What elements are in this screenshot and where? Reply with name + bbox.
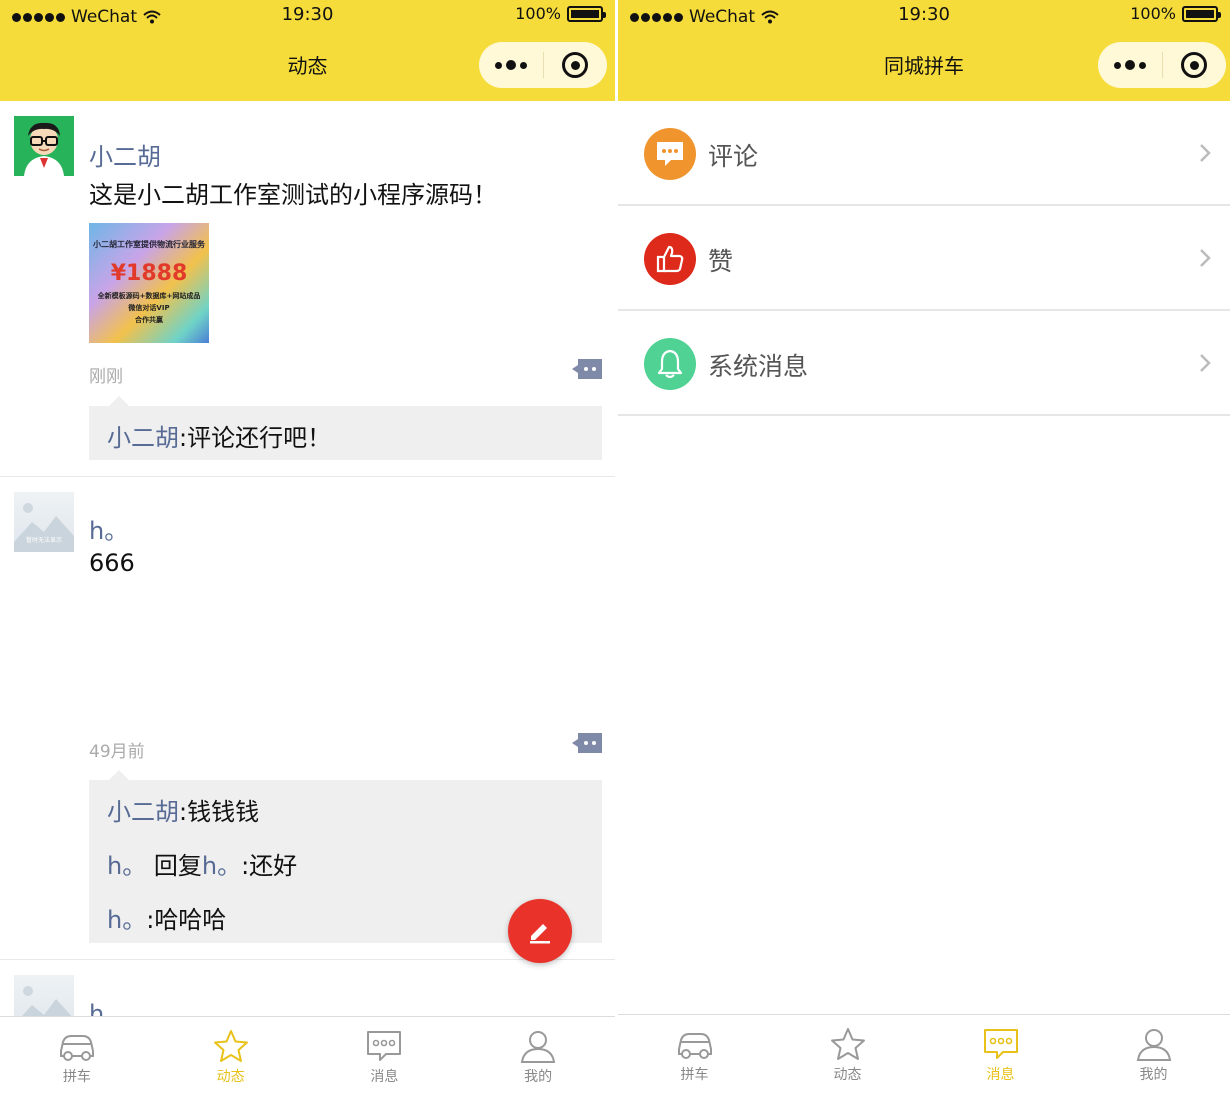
feed-list: 小二胡 这是小二胡工作室测试的小程序源码！ 小二胡工作室提供物流行业服务 ¥18…	[0, 101, 615, 1017]
list-item-comments[interactable]: 评论	[618, 101, 1230, 206]
thumbs-up-icon	[644, 233, 696, 285]
battery-icon	[567, 5, 606, 22]
bell-icon	[644, 338, 696, 390]
feed-post: h。	[0, 960, 615, 1017]
feed-screen: WeChat 19:30 100% 动态 小二胡 这是小二胡工作室测试的小程序源…	[0, 0, 615, 1093]
tab-bar: 拼车 动态 消息 我的	[0, 1016, 615, 1093]
user-icon	[520, 1031, 556, 1063]
list-item-likes[interactable]: 赞	[618, 206, 1230, 311]
post-text: 这是小二胡工作室测试的小程序源码！	[89, 181, 497, 209]
avatar[interactable]: 暂时无法显示	[14, 492, 74, 552]
post-username[interactable]: h。	[89, 994, 128, 1017]
message-icon	[983, 1029, 1018, 1059]
tab-me[interactable]: 我的	[1077, 1015, 1230, 1093]
tab-label: 拼车	[680, 1067, 709, 1083]
status-bar: WeChat 19:30 100%	[12, 4, 606, 28]
tab-messages[interactable]: 消息	[308, 1017, 462, 1093]
post-username[interactable]: 小二胡	[89, 137, 161, 172]
tab-carpool[interactable]: 拼车	[618, 1015, 771, 1093]
star-icon	[830, 1028, 865, 1060]
list-item-label: 系统消息	[708, 352, 809, 381]
tab-label: 我的	[524, 1069, 553, 1085]
list-item-system-messages[interactable]: 系统消息	[618, 311, 1230, 416]
more-icon[interactable]	[479, 60, 543, 70]
tab-label: 动态	[833, 1067, 862, 1083]
more-icon[interactable]	[1098, 60, 1162, 70]
comment-icon	[644, 128, 696, 180]
avatar[interactable]	[14, 116, 74, 176]
chevron-right-icon	[1200, 144, 1211, 162]
post-time: 刚刚	[89, 367, 123, 387]
list-item-label: 赞	[708, 247, 734, 276]
placeholder-image-icon	[21, 986, 73, 1017]
status-bar: WeChat 19:30 100%	[630, 4, 1221, 28]
avatar[interactable]	[14, 975, 74, 1017]
tab-carpool[interactable]: 拼车	[0, 1017, 154, 1093]
nav-header: WeChat 19:30 100% 动态	[0, 0, 615, 101]
battery-icon	[1182, 5, 1221, 22]
user-icon	[1136, 1029, 1171, 1061]
star-icon	[213, 1030, 248, 1062]
compose-button[interactable]	[508, 899, 572, 963]
post-username[interactable]: h。	[89, 511, 128, 546]
target-icon	[562, 52, 589, 78]
comment-line[interactable]: 小二胡:评论还行吧！	[107, 418, 331, 453]
tab-label: 我的	[1139, 1067, 1168, 1083]
tab-bar: 拼车 动态 消息 我的	[618, 1014, 1230, 1093]
message-category-list: 评论 赞 系统消息	[618, 101, 1230, 416]
target-icon	[1181, 52, 1208, 78]
feed-post: 暂时无法显示 h。 666 49月前 小二胡:钱钱钱 h。 回复h。:还好 h。…	[0, 477, 615, 960]
comment-line[interactable]: h。 回复h。:还好	[107, 846, 297, 881]
tab-moments[interactable]: 动态	[154, 1017, 308, 1093]
car-icon	[677, 1033, 712, 1059]
tab-me[interactable]: 我的	[461, 1017, 615, 1093]
close-mini-program-button[interactable]	[544, 52, 608, 78]
feed-post: 小二胡 这是小二胡工作室测试的小程序源码！ 小二胡工作室提供物流行业服务 ¥18…	[0, 101, 615, 477]
pencil-icon	[530, 924, 550, 944]
car-icon	[59, 1035, 94, 1061]
mini-program-capsule	[1098, 42, 1226, 88]
comment-box: 小二胡:评论还行吧！	[89, 396, 602, 460]
nav-header: WeChat 19:30 100% 同城拼车	[618, 0, 1230, 101]
battery-percent: 100%	[515, 4, 561, 23]
tab-label: 消息	[986, 1067, 1015, 1083]
tab-label: 动态	[216, 1069, 245, 1085]
close-mini-program-button[interactable]	[1163, 52, 1227, 78]
comment-action-icon[interactable]	[572, 359, 602, 379]
comment-action-icon[interactable]	[572, 733, 602, 753]
comment-line[interactable]: 小二胡:钱钱钱	[107, 792, 259, 827]
tab-label: 拼车	[62, 1069, 91, 1085]
mini-program-capsule	[479, 42, 607, 88]
messages-screen: WeChat 19:30 100% 同城拼车 评论 赞 系统消息 拼车 动态 消…	[615, 0, 1230, 1093]
message-icon	[367, 1031, 402, 1061]
chevron-right-icon	[1200, 354, 1211, 372]
comment-line[interactable]: h。:哈哈哈	[107, 900, 226, 935]
post-text: 666	[89, 549, 135, 577]
chevron-right-icon	[1200, 249, 1211, 267]
tab-moments[interactable]: 动态	[771, 1015, 924, 1093]
battery-percent: 100%	[1130, 4, 1176, 23]
tab-label: 消息	[370, 1069, 399, 1085]
post-image[interactable]: 小二胡工作室提供物流行业服务 ¥1888 全新模板源码+数据库+网站成品 微信对…	[89, 223, 209, 343]
list-item-label: 评论	[708, 142, 759, 171]
post-time: 49月前	[89, 742, 145, 762]
tab-messages[interactable]: 消息	[924, 1015, 1077, 1093]
